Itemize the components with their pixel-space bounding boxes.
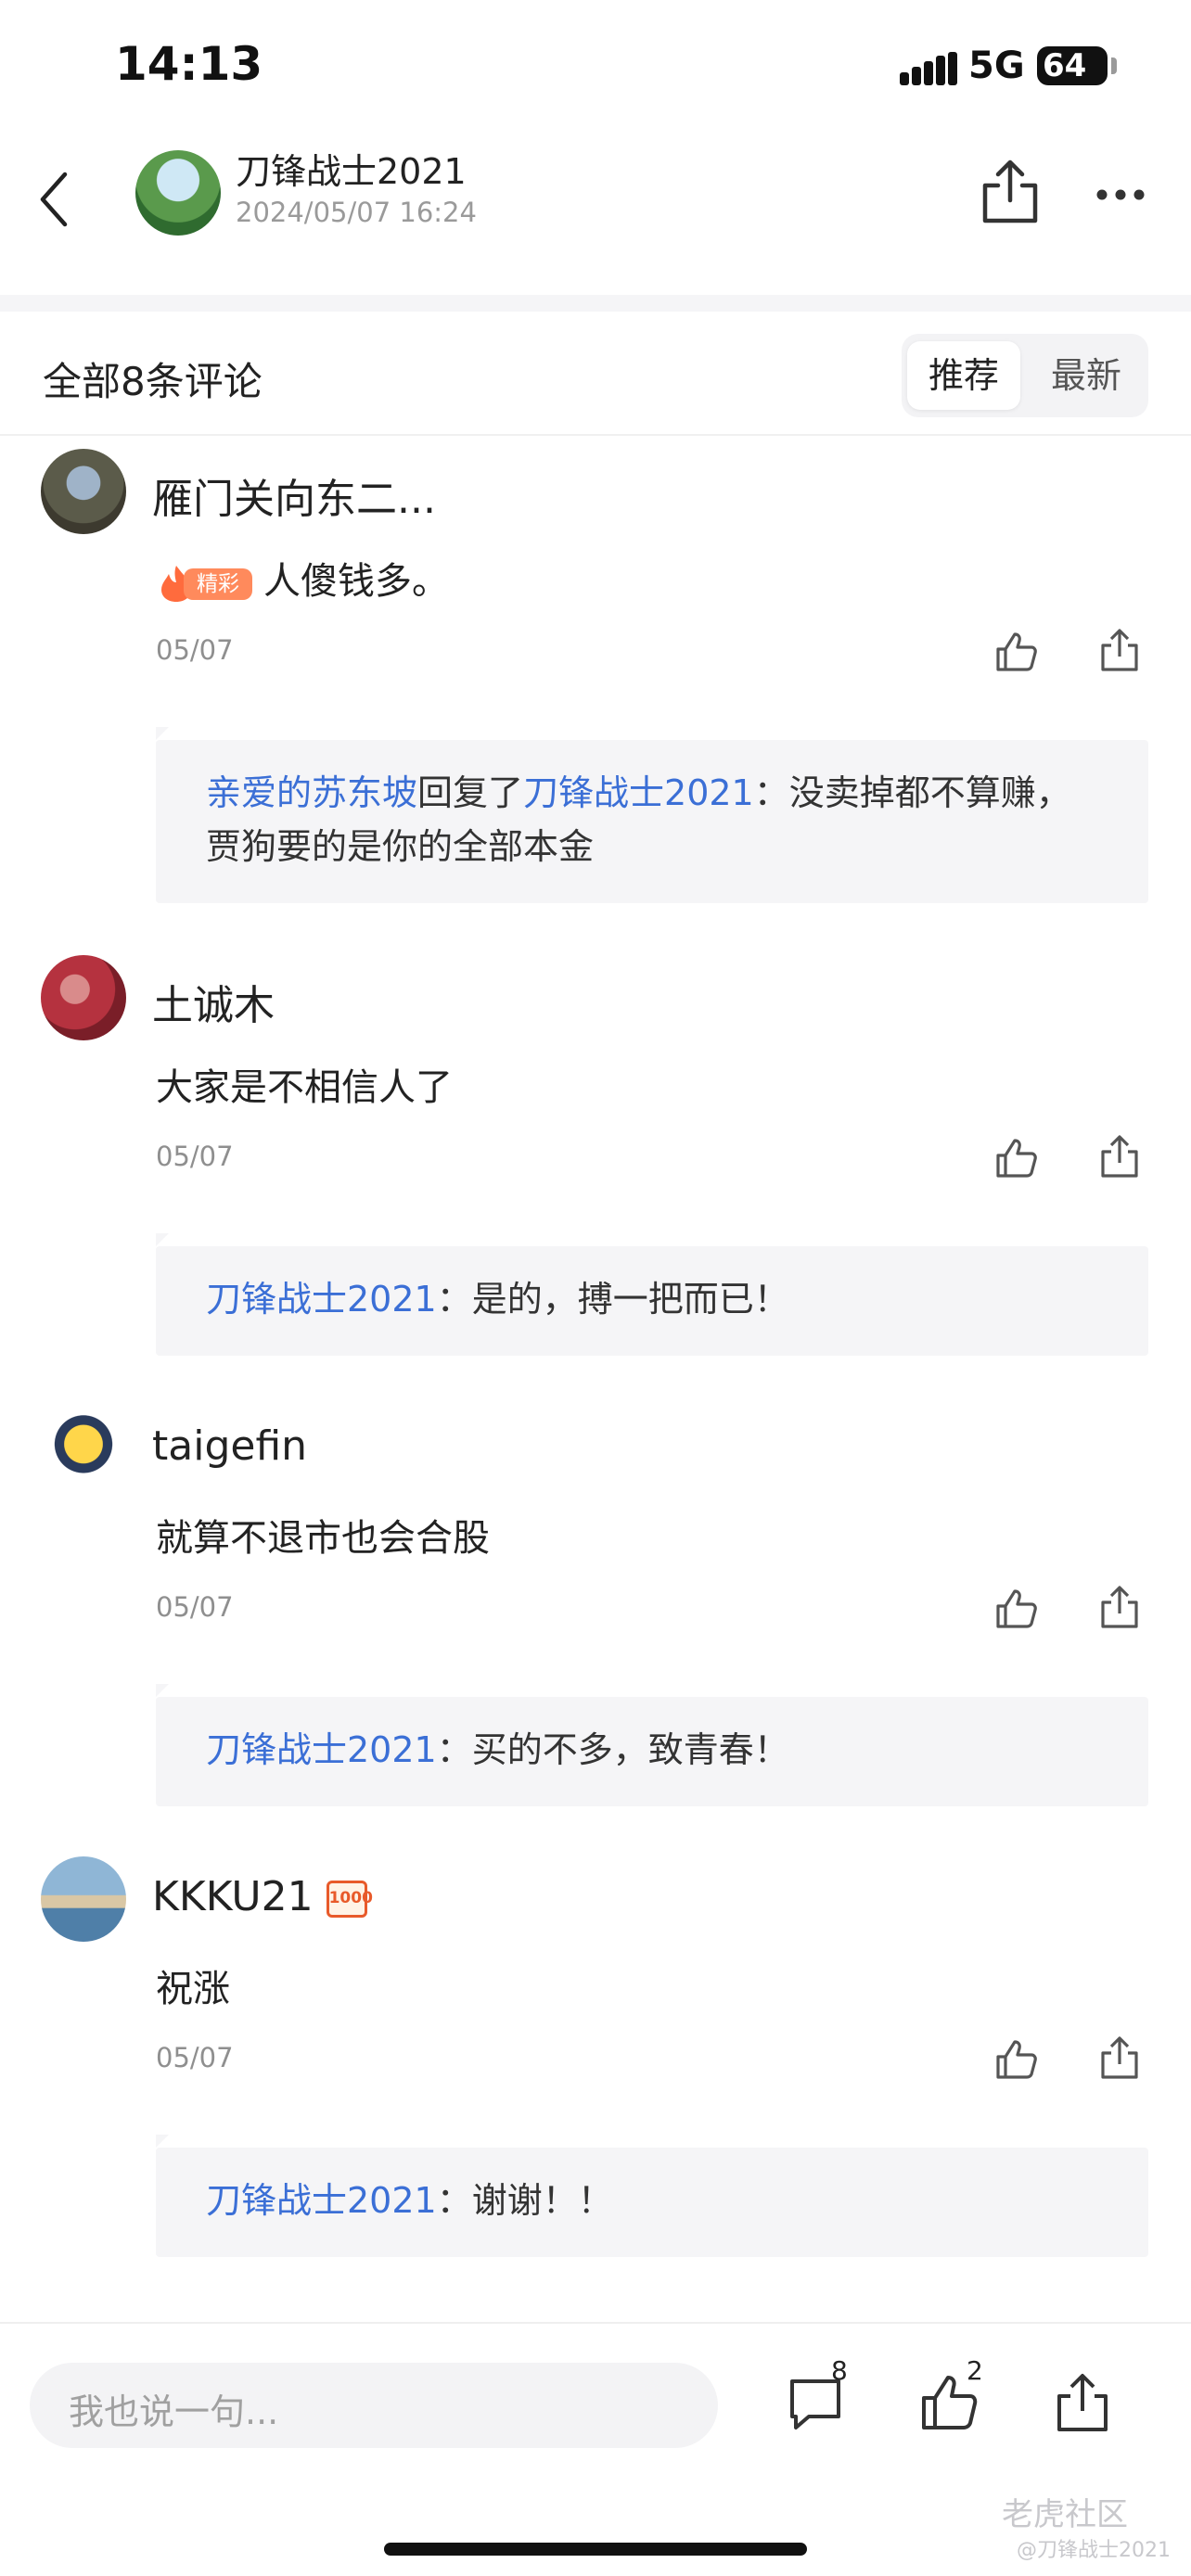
reply-author[interactable]: 刀锋战士2021 bbox=[206, 1729, 437, 1770]
comment-item: KKKU21 1000 祝涨 05/07 刀锋战士2021：谢谢！！ bbox=[0, 1856, 1191, 2264]
featured-badge-label: 精彩 bbox=[184, 568, 252, 600]
reply-box[interactable]: 刀锋战士2021：谢谢！！ bbox=[156, 2148, 1148, 2257]
share-icon[interactable] bbox=[1098, 1133, 1141, 1180]
reply-separator: ： bbox=[753, 772, 789, 813]
share-icon[interactable] bbox=[1098, 2034, 1141, 2081]
comment-body: 就算不退市也会合股 bbox=[156, 1517, 490, 1560]
reply-box[interactable]: 亲爱的苏东坡回复了刀锋战士2021：没卖掉都不算赚， 贾狗要的是你的全部本金 bbox=[156, 740, 1148, 903]
reply-text-line1: 没卖掉都不算赚， bbox=[788, 772, 1071, 813]
reply-notch bbox=[156, 727, 169, 740]
sort-toggle: 推荐 最新 bbox=[902, 334, 1148, 417]
comment-body: 人傻钱多。 bbox=[263, 560, 449, 603]
reply-separator: ： bbox=[436, 1729, 472, 1770]
signal-icon bbox=[900, 52, 957, 85]
reply-separator: ： bbox=[436, 1279, 472, 1320]
comment-count-badge: 8 bbox=[831, 2355, 848, 2386]
reply-author[interactable]: 刀锋战士2021 bbox=[206, 1279, 437, 1320]
comment-username-text[interactable]: KKKU21 bbox=[152, 1873, 314, 1920]
comment-username[interactable]: taigefin bbox=[152, 1422, 307, 1470]
reply-separator: ： bbox=[436, 2180, 472, 2221]
user-avatar[interactable] bbox=[41, 1406, 126, 1491]
battery-tip bbox=[1111, 57, 1117, 74]
comment-date: 05/07 bbox=[156, 2042, 234, 2073]
battery-icon: 64 bbox=[1037, 46, 1108, 85]
share-icon[interactable] bbox=[1098, 627, 1141, 673]
thumbs-up-icon[interactable] bbox=[992, 1135, 1039, 1181]
reply-text: 是的，搏一把而已！ bbox=[471, 1279, 789, 1320]
section-divider bbox=[0, 295, 1191, 312]
sort-recommended-tab[interactable]: 推荐 bbox=[907, 341, 1020, 410]
post-time: 2024/05/07 16:24 bbox=[236, 197, 477, 228]
reply-box[interactable]: 刀锋战士2021：是的，搏一把而已！ bbox=[156, 1246, 1148, 1356]
comment-item: taigefin 就算不退市也会合股 05/07 刀锋战士2021：买的不多，致… bbox=[0, 1406, 1191, 1814]
user-avatar[interactable] bbox=[41, 955, 126, 1040]
comment-username: KKKU21 1000 bbox=[152, 1873, 373, 1920]
comment-input-placeholder: 我也说一句... bbox=[69, 2391, 279, 2432]
comment-username[interactable]: 土诚木 bbox=[152, 972, 275, 1031]
share-icon[interactable] bbox=[1052, 2372, 1113, 2433]
comments-page: 14:13 5G 64 刀锋战士2021 2024/05/07 16:24 全部… bbox=[0, 0, 1191, 2576]
status-time: 14:13 bbox=[115, 37, 263, 91]
back-arrow-icon[interactable] bbox=[37, 167, 74, 232]
reply-text: 谢谢！！ bbox=[471, 2180, 613, 2221]
comment-date: 05/07 bbox=[156, 1591, 234, 1623]
comment-item: 土诚木 大家是不相信人了 05/07 刀锋战士2021：是的，搏一把而已！ bbox=[0, 955, 1191, 1363]
reply-text: 买的不多，致青春！ bbox=[471, 1729, 789, 1770]
post-header: 刀锋战士2021 2024/05/07 16:24 bbox=[0, 130, 1191, 297]
more-icon[interactable] bbox=[1095, 187, 1146, 202]
level-badge: 1000 bbox=[326, 1881, 373, 1918]
thumbs-up-icon[interactable] bbox=[992, 629, 1039, 675]
comment-text: 精彩 人傻钱多。 bbox=[156, 551, 449, 605]
bottom-action-bar: 我也说一句... 8 2 老虎社区 @刀锋战士2021 bbox=[0, 2322, 1191, 2576]
share-icon[interactable] bbox=[1098, 1584, 1141, 1630]
reply-author[interactable]: 亲爱的苏东坡 bbox=[206, 772, 417, 813]
thumbs-up-icon[interactable] bbox=[992, 1586, 1039, 1632]
battery-level: 64 bbox=[1043, 47, 1087, 84]
comment-body: 大家是不相信人了 bbox=[156, 1066, 453, 1109]
reply-box[interactable]: 刀锋战士2021：买的不多，致青春！ bbox=[156, 1697, 1148, 1806]
share-icon[interactable] bbox=[978, 158, 1043, 226]
comment-username[interactable]: 雁门关向东二... bbox=[152, 465, 436, 525]
comment-date: 05/07 bbox=[156, 634, 234, 666]
watermark-brand: 老虎社区 bbox=[1002, 2496, 1128, 2533]
user-avatar[interactable] bbox=[41, 449, 126, 534]
author-name[interactable]: 刀锋战士2021 bbox=[236, 143, 467, 194]
sort-latest-tab[interactable]: 最新 bbox=[1030, 341, 1143, 410]
home-indicator bbox=[384, 2543, 807, 2556]
reply-target[interactable]: 刀锋战士2021 bbox=[523, 772, 754, 813]
network-label: 5G bbox=[968, 45, 1025, 87]
reply-author[interactable]: 刀锋战士2021 bbox=[206, 2180, 437, 2221]
reply-notch bbox=[156, 2135, 169, 2148]
status-bar: 14:13 5G 64 bbox=[0, 0, 1191, 130]
comment-count-label: 全部8条评论 bbox=[43, 359, 263, 404]
reply-text-line2: 贾狗要的是你的全部本金 bbox=[206, 826, 595, 867]
thumbs-up-icon[interactable] bbox=[992, 2036, 1039, 2083]
author-avatar[interactable] bbox=[135, 150, 221, 236]
comment-body: 祝涨 bbox=[156, 1968, 230, 2010]
comment-date: 05/07 bbox=[156, 1141, 234, 1172]
reply-verb: 回复了 bbox=[417, 772, 524, 813]
reply-notch bbox=[156, 1684, 169, 1697]
watermark-user: @刀锋战士2021 bbox=[1017, 2539, 1171, 2562]
comment-toolbar: 全部8条评论 推荐 最新 bbox=[0, 312, 1191, 436]
comment-item: 雁门关向东二... 精彩 人傻钱多。 05/07 亲爱的苏东坡回复了刀锋战士20… bbox=[0, 449, 1191, 912]
comment-input[interactable]: 我也说一句... bbox=[30, 2363, 718, 2448]
featured-badge: 精彩 bbox=[156, 563, 254, 604]
like-count-badge: 2 bbox=[967, 2355, 983, 2386]
reply-notch bbox=[156, 1233, 169, 1246]
user-avatar[interactable] bbox=[41, 1856, 126, 1942]
